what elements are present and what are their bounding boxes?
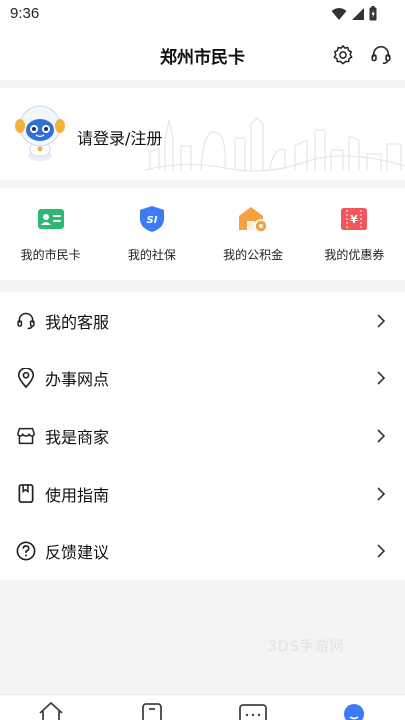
housing-fund-house-icon [238, 204, 268, 234]
tab-profile[interactable] [339, 701, 369, 720]
chevron-right-icon [377, 544, 386, 558]
status-bar: 9:36 [0, 0, 405, 30]
quick-action-housing-fund[interactable]: 我的公积金 [203, 188, 304, 280]
menu-item-label: 我是商家 [45, 427, 110, 447]
chevron-right-icon [377, 429, 386, 443]
svg-text:SI: SI [146, 215, 157, 226]
citizen-card-icon [36, 204, 66, 234]
title-bar: 郑州市民卡 [0, 30, 405, 80]
quick-action-social-security[interactable]: SI 我的社保 [101, 188, 202, 280]
quick-action-label: 我的市民卡 [20, 248, 81, 262]
wifi-icon [331, 7, 347, 20]
tab-home[interactable] [36, 701, 66, 720]
services-tab-icon [239, 704, 267, 720]
headset-icon [15, 310, 37, 332]
location-pin-icon [15, 367, 37, 389]
bottom-tab-bar [0, 694, 405, 720]
robot-mascot-avatar [15, 105, 65, 161]
profile-card[interactable]: 请登录/注册 [0, 88, 405, 180]
svg-text:¥: ¥ [351, 213, 359, 226]
quick-action-coupons[interactable]: ¥ 我的优惠券 [304, 188, 405, 280]
customer-service-button[interactable] [368, 42, 394, 68]
menu-item-customer-service[interactable]: 我的客服 [0, 292, 405, 350]
status-time: 9:36 [10, 5, 40, 22]
guide-book-icon [15, 483, 37, 505]
social-security-shield-icon: SI [137, 204, 167, 234]
tab-card[interactable] [137, 701, 167, 720]
home-tab-icon [39, 701, 63, 720]
help-question-icon [15, 540, 37, 562]
city-skyline-illustration [145, 117, 405, 172]
quick-actions: 我的市民卡 SI 我的社保 我的公积金 ¥ 我的优惠券 [0, 188, 405, 280]
profile-tab-icon [344, 704, 364, 720]
status-icons [331, 6, 377, 21]
customer-service-headset-icon [371, 46, 391, 65]
menu-item-label: 办事网点 [45, 370, 110, 390]
store-icon [15, 425, 37, 447]
settings-gear-icon [333, 45, 353, 65]
settings-button[interactable] [330, 42, 356, 68]
chevron-right-icon [377, 371, 386, 385]
login-register-link[interactable]: 请登录/注册 [77, 125, 162, 149]
quick-action-citizen-card[interactable]: 我的市民卡 [0, 188, 101, 280]
menu-item-merchant[interactable]: 我是商家 [0, 407, 405, 465]
coupon-ticket-icon: ¥ [339, 204, 369, 234]
card-tab-icon [142, 703, 162, 720]
battery-icon [369, 6, 377, 21]
menu-item-label: 反馈建议 [45, 543, 110, 563]
quick-action-label: 我的公积金 [223, 248, 284, 262]
chevron-right-icon [377, 487, 386, 501]
watermark: 3DS手游网 [268, 639, 345, 655]
menu-item-service-locations[interactable]: 办事网点 [0, 350, 405, 408]
quick-action-label: 我的优惠券 [324, 248, 385, 262]
chevron-right-icon [377, 314, 386, 328]
menu-list: 我的客服 办事网点 我是商家 使用指南 反馈建议 [0, 292, 405, 580]
menu-item-feedback[interactable]: 反馈建议 [0, 522, 405, 580]
menu-item-user-guide[interactable]: 使用指南 [0, 465, 405, 523]
quick-action-label: 我的社保 [127, 248, 176, 262]
tab-services[interactable] [238, 701, 268, 720]
menu-item-label: 我的客服 [45, 312, 110, 332]
cellular-signal-icon [352, 7, 364, 20]
menu-item-label: 使用指南 [45, 485, 110, 505]
